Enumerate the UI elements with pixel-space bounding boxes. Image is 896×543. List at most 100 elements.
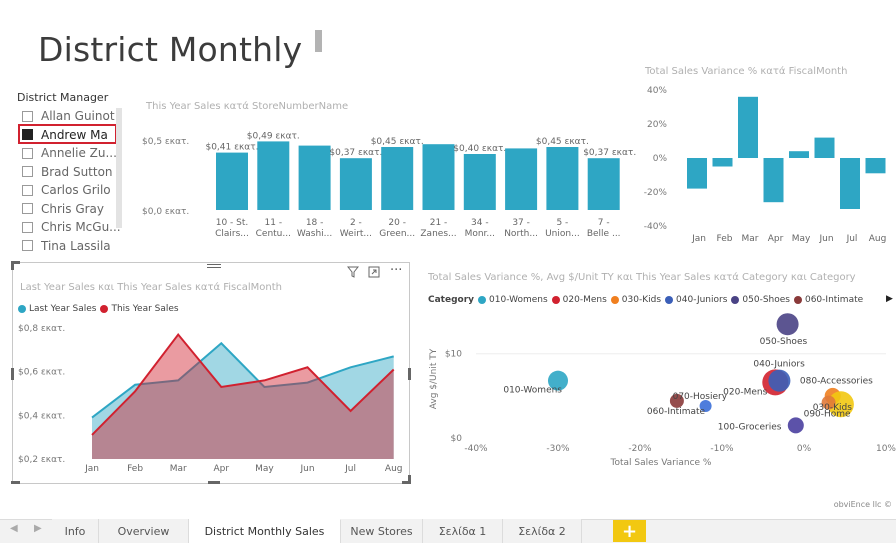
x-tick-label: Weirt... [340, 229, 372, 239]
x-tick-label: Belle ... [587, 229, 621, 239]
resize-handle-top-left[interactable] [11, 261, 14, 270]
point-data-label: 060-Intimate [647, 407, 706, 417]
y-tick-label: $0,2 εκατ. [18, 455, 65, 465]
x-tick-label: Feb [717, 234, 733, 244]
add-page-button[interactable]: + [613, 520, 646, 542]
x-tick-label: 21 - [430, 218, 448, 228]
y-tick-label: $10 [445, 350, 462, 360]
legend-label: 040-Juniors [676, 295, 728, 305]
x-tick-label: -30% [546, 444, 570, 454]
legend-label: 050-Shoes [742, 295, 790, 305]
x-tick-label: Washi... [297, 229, 332, 239]
bar [381, 147, 414, 210]
tab-scroll-left-icon[interactable]: ◀ [10, 523, 18, 534]
point-data-label: 020-Mens [723, 387, 767, 397]
x-tick-label: Jul [344, 464, 356, 474]
x-tick-label: 10 - St. [216, 218, 249, 228]
resize-handle-right[interactable] [408, 368, 411, 380]
legend-marker [551, 296, 560, 304]
checkbox[interactable] [22, 110, 33, 122]
resize-handle-bottom[interactable] [208, 481, 220, 484]
bar-data-label: $0,37 εκατ. [329, 148, 382, 158]
checkbox[interactable] [22, 203, 33, 215]
page-tab[interactable]: Info [52, 519, 99, 543]
scatter-chart-title: Total Sales Variance %, Avg $/Unit TY κα… [428, 272, 856, 283]
slicer-item-label: Carlos Grilo [41, 183, 111, 198]
bar [216, 152, 248, 210]
page-title: District Monthly [38, 30, 303, 69]
x-tick-label: Aug [869, 234, 887, 244]
slicer-item[interactable]: Allan Guinot [22, 107, 122, 126]
checkbox[interactable] [22, 147, 33, 159]
page-tab[interactable]: District Monthly Sales [189, 519, 341, 543]
slicer-item[interactable]: Carlos Grilo [22, 181, 122, 200]
x-tick-label: Apr [214, 464, 230, 474]
filter-icon[interactable] [347, 266, 359, 278]
checkbox[interactable] [22, 166, 33, 178]
y-tick-label: $0,4 εκατ. [18, 411, 65, 421]
legend-label: 060-Intimate [804, 295, 864, 305]
category-scatter-chart: $10 $0 Avg $/Unit TY -40% -30% -20% -10% 0% 10% T… [429, 313, 896, 468]
bar [546, 147, 579, 210]
drag-handle[interactable] [207, 267, 221, 268]
resize-handle-bottom-left[interactable] [11, 481, 20, 484]
bar [763, 158, 784, 203]
x-tick-label: 34 - [471, 218, 489, 228]
variance-bar-chart: 40% 20% 0% -20% -40% Jan Feb Mar Apr May Jun Jul Aug [644, 86, 887, 244]
page-tab[interactable]: Σελίδα 2 [503, 519, 582, 543]
y-tick-label: -20% [644, 188, 668, 198]
x-tick-label: May [792, 234, 811, 244]
checkbox[interactable] [22, 184, 33, 196]
x-tick-label: Mar [742, 234, 759, 244]
point-data-label: 090-Home [804, 410, 851, 420]
slicer-item-label: Tina Lassila [41, 238, 111, 253]
bar [505, 148, 538, 210]
checkbox[interactable] [22, 240, 33, 252]
legend-marker [731, 296, 740, 304]
legend-next-arrow[interactable]: ▶ [886, 294, 893, 304]
scatter-point [787, 417, 804, 434]
drag-handle[interactable] [207, 264, 221, 265]
slicer-item-label: Allan Guinot [41, 109, 115, 124]
x-tick-label: -20% [628, 444, 652, 454]
bar [463, 154, 496, 210]
tab-scroll-right-icon[interactable]: ▶ [34, 523, 42, 534]
title-decoration [315, 30, 322, 52]
x-tick-label: Jun [299, 464, 314, 474]
x-tick-label: 7 - [598, 218, 610, 228]
point-data-label: 010-Womens [503, 386, 562, 396]
slicer-item[interactable]: Chris Gray [22, 200, 122, 219]
x-tick-label: Mar [170, 464, 187, 474]
variance-chart-title: Total Sales Variance % κατά FiscalMonth [645, 66, 848, 77]
slicer-title: District Manager [17, 91, 109, 104]
resize-handle-bottom-right[interactable] [408, 475, 411, 484]
slicer-item-label: Annelie Zu... [41, 146, 117, 161]
more-options-icon[interactable]: ··· [390, 263, 402, 278]
legend-label: 030-Kids [621, 295, 662, 305]
y-axis-label: Avg $/Unit TY [429, 348, 439, 409]
legend-marker [610, 296, 619, 304]
x-tick-label: 20 - [388, 218, 406, 228]
bar-data-label: $0,40 εκατ. [453, 144, 506, 154]
checkbox[interactable] [22, 221, 33, 233]
y-tick-label: 40% [647, 86, 667, 96]
scatter-legend: Category 010-Womens 020-Mens 030-Kids 040-Ju… [428, 295, 863, 305]
slicer-item[interactable]: Tina Lassila [22, 237, 122, 256]
slicer-item[interactable]: Annelie Zu... [22, 144, 122, 163]
x-tick-label: Clairs... [215, 229, 249, 239]
x-tick-label: Feb [127, 464, 143, 474]
slicer-item[interactable]: Brad Sutton [22, 163, 122, 182]
slicer-item[interactable]: Chris McGu... [22, 218, 122, 237]
x-tick-label: Centu... [256, 229, 291, 239]
slicer-scrollbar[interactable] [116, 108, 122, 228]
point-data-label: 040-Juniors [753, 360, 805, 370]
page-tab[interactable]: Σελίδα 1 [423, 519, 503, 543]
page-tab[interactable]: New Stores [341, 519, 423, 543]
bar [738, 96, 758, 158]
y-tick-label: $0,6 εκατ. [18, 368, 65, 378]
bar-data-label: $0,41 εκατ. [205, 143, 258, 153]
x-tick-label: Jun [818, 234, 833, 244]
y-tick-label: $0 [451, 434, 463, 444]
page-tab[interactable]: Overview [99, 519, 189, 543]
focus-mode-icon[interactable] [368, 266, 380, 278]
